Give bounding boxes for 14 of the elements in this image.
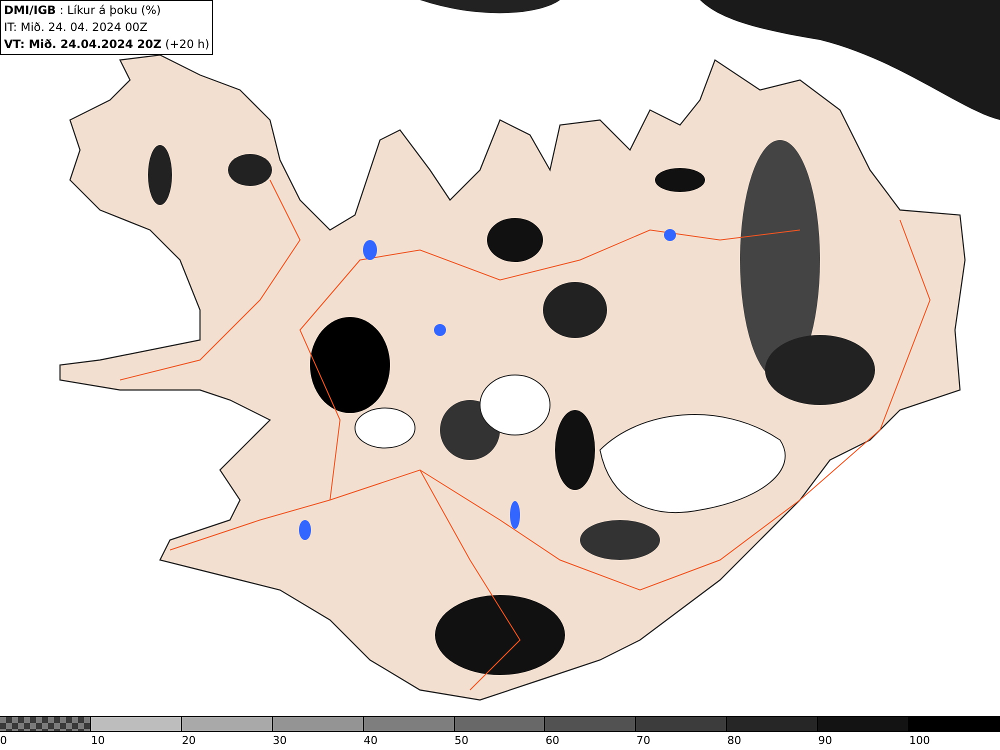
legend-label: 20 bbox=[182, 734, 196, 747]
legend-label: 70 bbox=[636, 734, 650, 747]
legend-label: 80 bbox=[727, 734, 742, 747]
legend-label: 30 bbox=[272, 734, 287, 747]
legend-label: 40 bbox=[364, 734, 378, 747]
map-title-line: VT: Mið. 24.04.2024 20Z (+20 h) bbox=[4, 36, 210, 53]
legend-label: 10 bbox=[90, 734, 105, 747]
legend-label: 0 bbox=[0, 734, 7, 747]
legend-label: 60 bbox=[545, 734, 560, 747]
map-title-line: DMI/IGB : Líkur á þoku (%) bbox=[4, 2, 162, 19]
legend-label: 100 bbox=[909, 734, 930, 747]
map-title-line: IT: Mið. 24. 04. 2024 00Z bbox=[4, 19, 148, 36]
legend-label: 50 bbox=[454, 734, 469, 747]
legend-label: 90 bbox=[818, 734, 832, 747]
